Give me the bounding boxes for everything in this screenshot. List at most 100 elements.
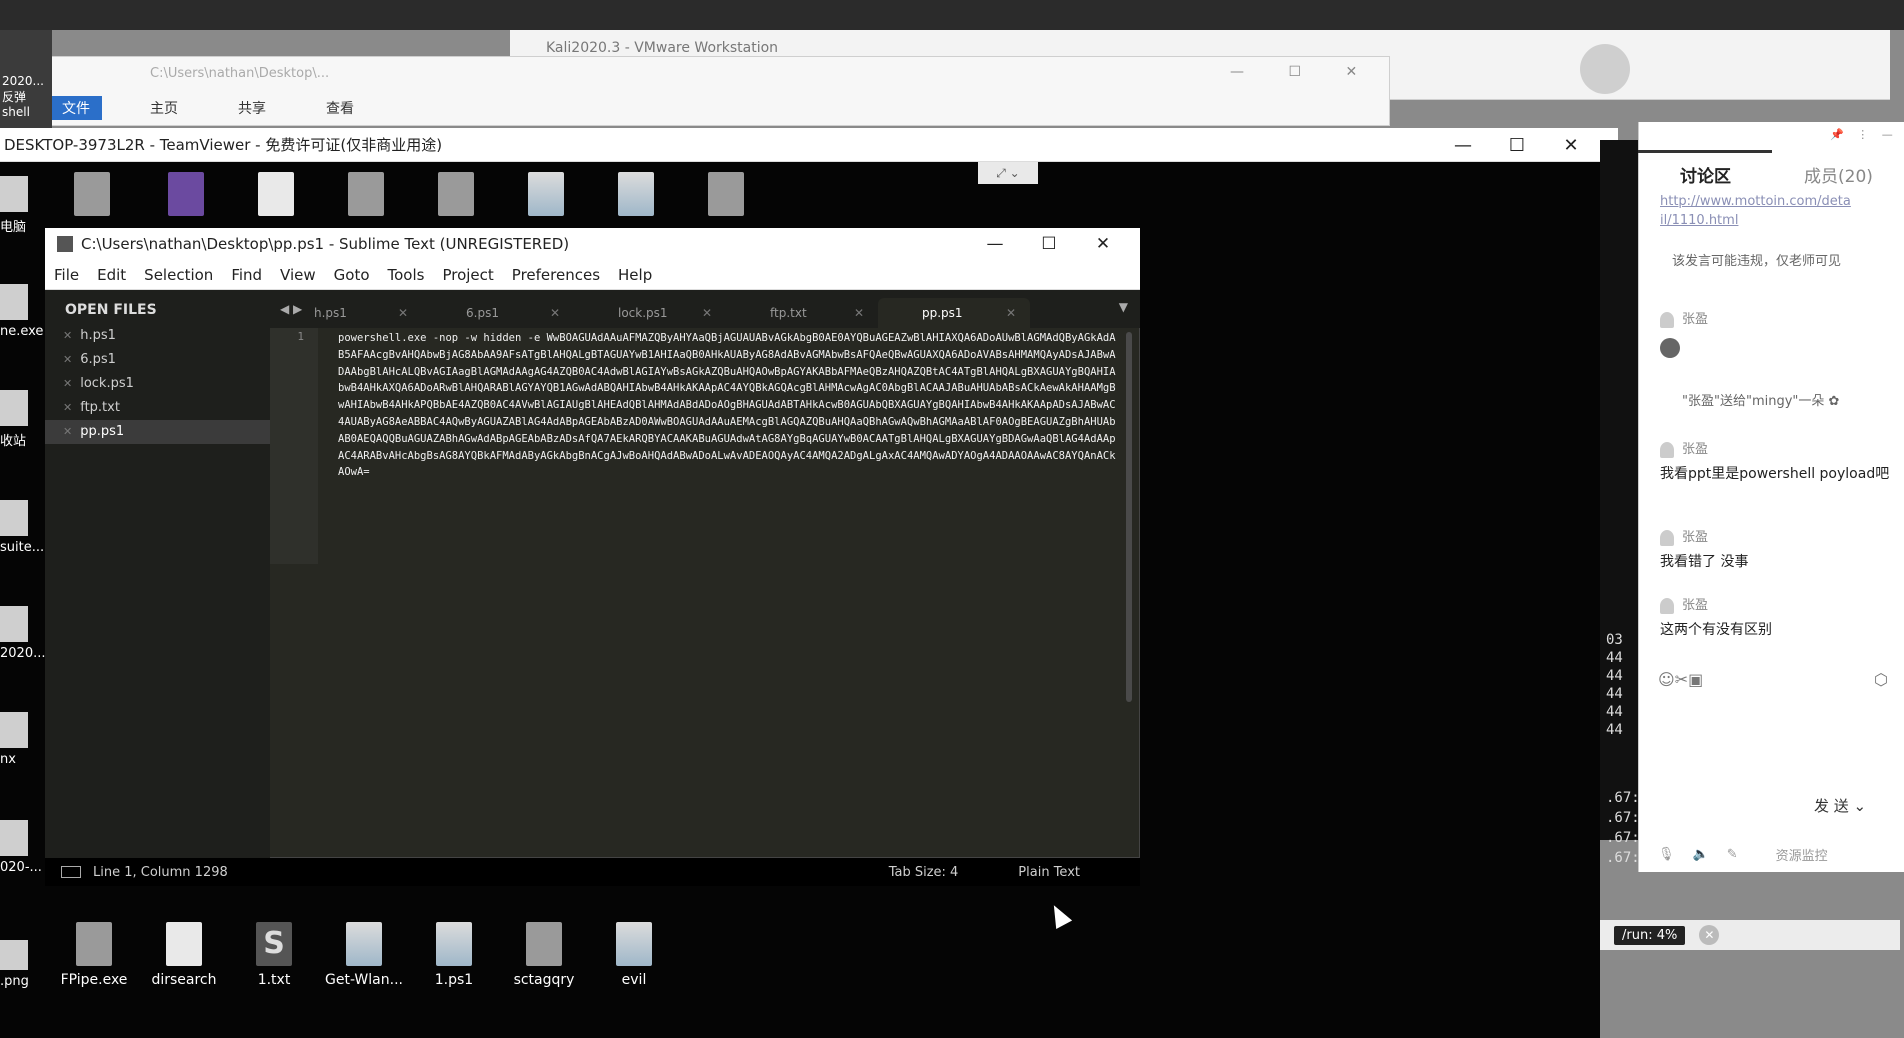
desktop-icon-1txt[interactable]: S 1.txt: [234, 922, 314, 988]
sublime-minimize-button[interactable]: —: [968, 234, 1022, 254]
close-icon[interactable]: ✕: [63, 425, 72, 438]
sidebar-file-pp[interactable]: ✕ pp.ps1: [45, 420, 270, 444]
recycle-bin-icon: [0, 390, 28, 426]
code-editor[interactable]: powershell.exe -nop -w hidden -e WwBOAGU…: [338, 330, 1118, 481]
menu-help[interactable]: Help: [618, 266, 652, 284]
menu-find[interactable]: Find: [231, 266, 262, 284]
sublime-maximize-button[interactable]: ☐: [1022, 234, 1076, 254]
close-icon[interactable]: ✕: [63, 401, 72, 414]
desktop-icon-dirsearch[interactable]: dirsearch: [144, 922, 224, 988]
tab-6[interactable]: 6.ps1 ✕: [422, 298, 574, 328]
terminal-partial: 03 44 44 44 44 44 .67: .67: .67: .67:: [1600, 140, 1640, 866]
tab-dropdown-icon[interactable]: ▼: [1119, 300, 1128, 314]
tab-pp[interactable]: pp.ps1 ✕: [878, 298, 1030, 328]
send-button[interactable]: 发 送 ⌄: [1814, 795, 1866, 816]
settings-icon[interactable]: ⬡: [1874, 670, 1888, 689]
sidebar-file-ftp[interactable]: ✕ ftp.txt: [45, 396, 270, 420]
tab-ftp[interactable]: ftp.txt ✕: [726, 298, 878, 328]
tab-size[interactable]: Tab Size: 4: [889, 865, 959, 880]
desktop-icon-suite[interactable]: suite...: [0, 500, 50, 555]
chat-username: 张盈: [1660, 438, 1708, 458]
desktop-icon-recycle[interactable]: 收站: [0, 390, 50, 449]
syntax-mode[interactable]: Plain Text: [1018, 865, 1080, 880]
desktop-icon-partial[interactable]: 2020... 反弹shell: [0, 30, 52, 130]
avatar: [1660, 311, 1674, 328]
explorer-window-controls[interactable]: — ☐ ✕: [1230, 64, 1357, 80]
close-icon[interactable]: ✕: [702, 298, 712, 328]
emoji-picker-icon[interactable]: ☺: [1658, 670, 1675, 689]
tab-discussion[interactable]: 讨论区: [1680, 162, 1731, 187]
sidebar-file-6[interactable]: ✕ 6.ps1: [45, 348, 270, 372]
teamviewer-maximize-button[interactable]: ☐: [1490, 135, 1544, 156]
desktop-icon[interactable]: [52, 172, 132, 222]
desktop-icon-exe[interactable]: ne.exe: [0, 284, 50, 339]
sublime-sidebar: OPEN FILES ✕ h.ps1 ✕ 6.ps1 ✕ lock.ps1 ✕ ftp.…: [45, 290, 270, 858]
desktop-icon[interactable]: [326, 172, 406, 222]
menu-selection[interactable]: Selection: [144, 266, 213, 284]
desktop-icon-fpipe[interactable]: FPipe.exe: [54, 922, 134, 988]
ribbon-tab-share[interactable]: 共享: [226, 96, 278, 120]
editor-scrollbar[interactable]: [1126, 332, 1132, 702]
desktop-icon-png[interactable]: .png: [0, 940, 50, 989]
desktop-icon[interactable]: [236, 172, 316, 222]
vmware-play-icon: [1580, 44, 1630, 94]
close-icon[interactable]: ✕: [854, 298, 864, 328]
close-icon[interactable]: ✕: [63, 377, 72, 390]
desktop-icon-2020[interactable]: 2020...: [0, 606, 50, 661]
desktop-icon[interactable]: [506, 172, 586, 222]
desktop-icon-sctagqry[interactable]: sctagqry: [504, 922, 584, 988]
close-icon[interactable]: ✕: [398, 298, 408, 328]
sublime-titlebar: C:\Users\nathan\Desktop\pp.ps1 - Sublime…: [45, 228, 1140, 260]
desktop-icon[interactable]: [416, 172, 496, 222]
line-number: 1: [297, 330, 304, 343]
visual-studio-icon: [168, 172, 204, 216]
scissors-icon[interactable]: ✂: [1675, 670, 1688, 689]
menu-preferences[interactable]: Preferences: [512, 266, 600, 284]
tab-members[interactable]: 成员(20): [1804, 162, 1873, 187]
image-upload-icon[interactable]: ▣: [1688, 670, 1703, 689]
chat-message: 我看错了 没事: [1660, 554, 1749, 570]
speaker-icon[interactable]: 🔈: [1693, 847, 1709, 862]
tab-lock[interactable]: lock.ps1 ✕: [574, 298, 726, 328]
teamviewer-close-button[interactable]: ✕: [1544, 135, 1598, 156]
desktop-icon[interactable]: [686, 172, 766, 222]
ribbon-tab-file[interactable]: 文件: [50, 96, 102, 120]
close-icon[interactable]: ✕: [63, 353, 72, 366]
desktop-icon-zip[interactable]: 020-...: [0, 820, 50, 875]
archive-icon: [438, 172, 474, 216]
resource-monitor-label[interactable]: 资源监控: [1776, 845, 1828, 864]
desktop-icon[interactable]: [596, 172, 676, 222]
menu-edit[interactable]: Edit: [97, 266, 126, 284]
close-icon[interactable]: ✕: [63, 329, 72, 342]
menu-goto[interactable]: Goto: [334, 266, 370, 284]
close-icon[interactable]: ✕: [550, 298, 560, 328]
sidebar-file-h[interactable]: ✕ h.ps1: [45, 324, 270, 348]
menu-view[interactable]: View: [280, 266, 316, 284]
close-icon[interactable]: ✕: [1006, 298, 1016, 328]
close-icon[interactable]: ✕: [1699, 925, 1720, 945]
tab-nav-arrows-icon[interactable]: ◀ ▶: [280, 302, 302, 316]
chat-message: 这两个有没有区别: [1660, 622, 1772, 638]
menu-project[interactable]: Project: [442, 266, 493, 284]
script-icon: [346, 922, 382, 966]
chat-window-controls[interactable]: 📌 ⋮ —: [1830, 128, 1893, 141]
panel-toggle-icon[interactable]: [61, 866, 81, 878]
teamviewer-minimize-button[interactable]: —: [1436, 135, 1490, 156]
teamviewer-toolbar-toggle[interactable]: ⤢ ⌄: [978, 162, 1038, 184]
desktop-icon-computer[interactable]: 电脑: [0, 176, 50, 235]
desktop-icon-nx[interactable]: nx: [0, 712, 50, 767]
desktop-icon-evil[interactable]: evil: [594, 922, 674, 988]
desktop-icon-getwlan[interactable]: Get-Wlan...: [324, 922, 404, 988]
ribbon-tab-home[interactable]: 主页: [138, 96, 190, 120]
chat-link[interactable]: http://www.mottoin.com/deta il/1110.html: [1660, 192, 1870, 230]
sidebar-file-lock[interactable]: ✕ lock.ps1: [45, 372, 270, 396]
ribbon-tab-view[interactable]: 查看: [314, 96, 366, 120]
desktop-icon-1ps1[interactable]: 1.ps1: [414, 922, 494, 988]
menu-tools[interactable]: Tools: [388, 266, 425, 284]
desktop-icon[interactable]: [146, 172, 226, 222]
pin-icon[interactable]: ✎: [1727, 847, 1738, 862]
explorer-ribbon: 文件 主页 共享 查看: [50, 94, 1390, 122]
sublime-close-button[interactable]: ✕: [1076, 234, 1130, 254]
menu-file[interactable]: File: [54, 266, 79, 284]
microphone-icon[interactable]: 🎙: [1658, 847, 1675, 862]
